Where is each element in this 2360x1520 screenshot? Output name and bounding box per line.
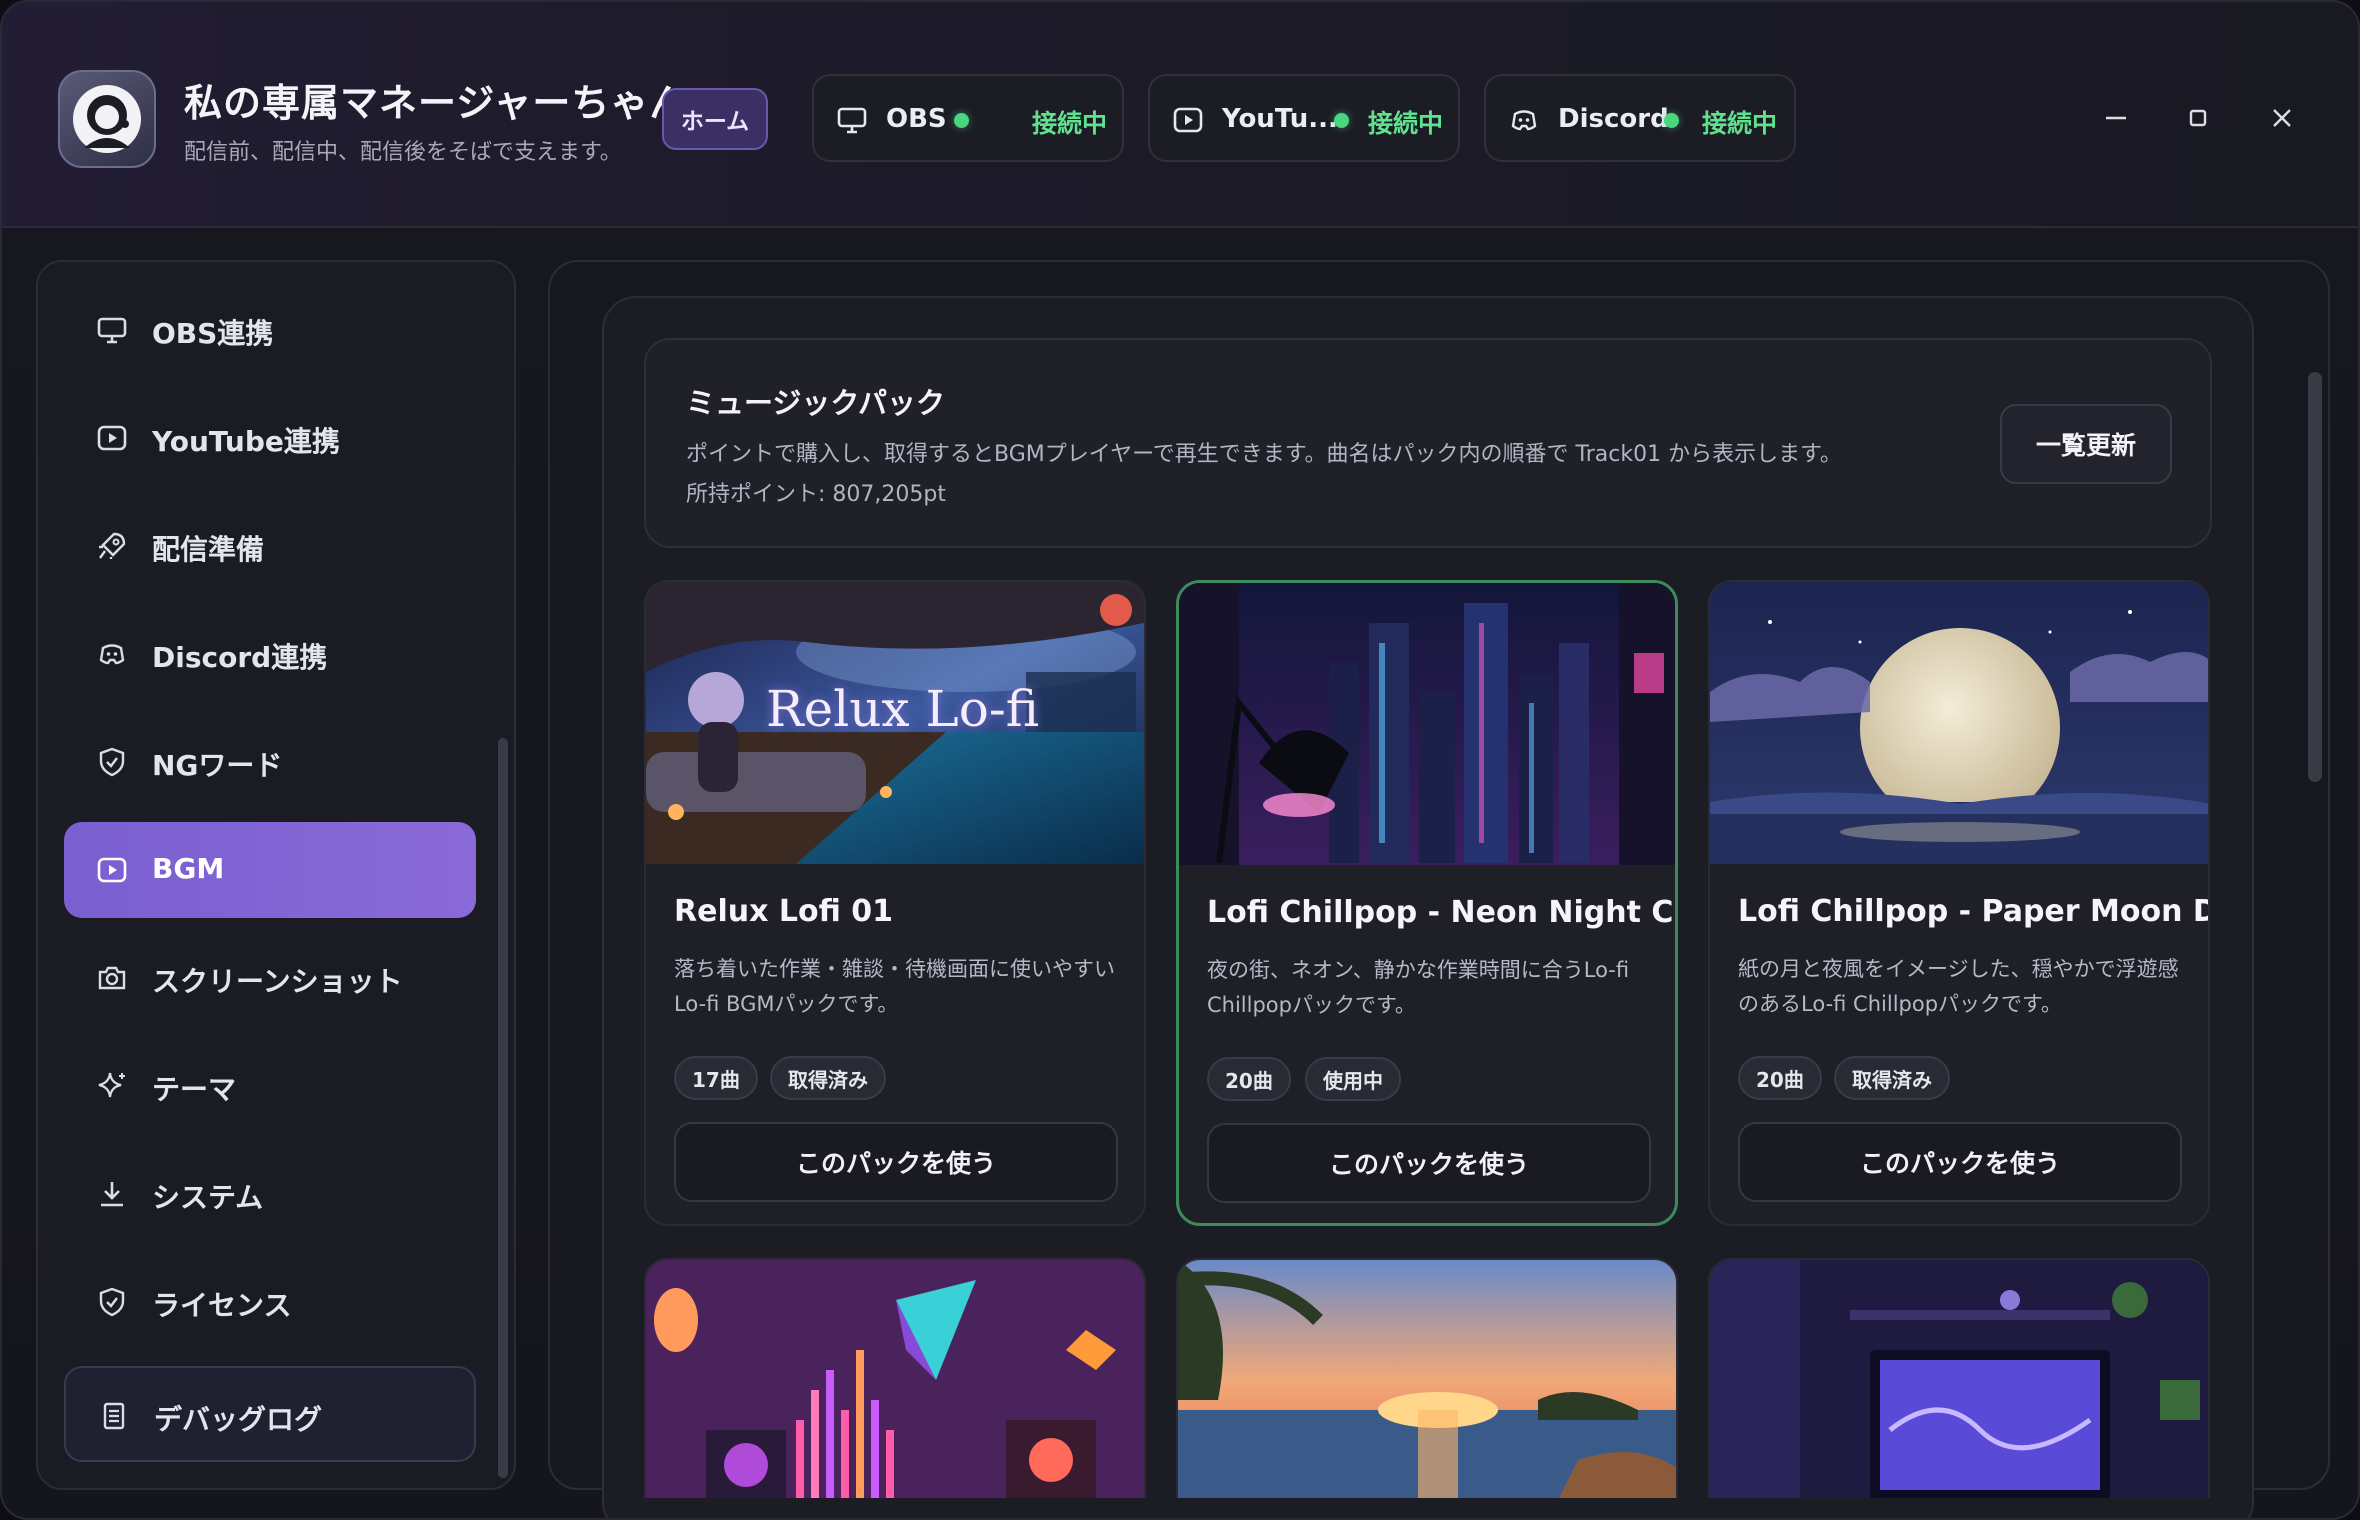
close-button[interactable] xyxy=(2262,98,2302,138)
debug-log-button[interactable]: デバッグログ xyxy=(64,1366,476,1462)
sidebar-item-label: スクリーンショット xyxy=(152,965,403,998)
monitor-icon xyxy=(97,317,127,344)
debug-log-label: デバッグログ xyxy=(154,1403,323,1436)
pack-status-badge: 使用中 xyxy=(1305,1057,1401,1101)
home-button[interactable]: ホーム xyxy=(662,88,768,150)
shield-icon xyxy=(99,747,125,777)
track-count-badge: 20曲 xyxy=(1738,1056,1822,1100)
refresh-list-button[interactable]: 一覧更新 xyxy=(2000,404,2172,484)
track-count-badge: 20曲 xyxy=(1207,1057,1291,1101)
pack-title: Lofi Chillpop - Paper Moon Drift xyxy=(1738,894,2208,929)
sidebar-item-label: NGワード xyxy=(152,749,283,782)
sidebar-item-label: システム xyxy=(152,1181,264,1214)
pack-description: 落ち着いた作業・雑談・待機画面に使いやすいLo-fi BGMパックです。 xyxy=(674,957,1115,1016)
discord-connected-dot xyxy=(1664,113,1679,128)
pack-status-badge: 取得済み xyxy=(1834,1056,1950,1100)
pack-cover-image xyxy=(646,1260,1144,1498)
pack-cover-image xyxy=(1710,1260,2208,1498)
sidebar-item-label: YouTube連携 xyxy=(152,425,340,458)
sidebar-item-label: BGM xyxy=(152,852,225,885)
sparkle-icon xyxy=(98,1072,125,1098)
download-icon xyxy=(101,1182,123,1207)
app-window: 私の専属マネージャーちゃん 配信前、配信中、配信後をそばで支えます。 ホーム O… xyxy=(0,0,2360,1520)
rocket-icon xyxy=(99,532,126,559)
play-icon xyxy=(97,425,127,451)
sidebar-item-youtube[interactable]: YouTube連携 xyxy=(64,390,476,486)
pack-cover-image xyxy=(1178,1260,1676,1498)
youtube-chip-status: 接続中 xyxy=(1368,109,1444,138)
sidebar-item-label: テーマ xyxy=(152,1073,237,1106)
pack-card: Lofi Chillpop - Neon Night City 夜の街、ネオン、… xyxy=(1176,580,1678,1226)
sidebar-item-bgm[interactable]: BGM xyxy=(64,822,476,918)
obs-connected-dot xyxy=(954,113,969,128)
obs-chip-status: 接続中 xyxy=(1032,109,1108,138)
play-icon xyxy=(1173,107,1203,133)
section-title: ミュージックパック xyxy=(686,386,945,420)
app-title: 私の専属マネージャーちゃん xyxy=(184,81,689,125)
sidebar-item-theme[interactable]: テーマ xyxy=(64,1038,476,1134)
discord-icon xyxy=(99,644,125,665)
sidebar-item-discord[interactable]: Discord連携 xyxy=(64,606,476,702)
discord-chip-label: Discord xyxy=(1558,104,1669,134)
title-bar: 私の専属マネージャーちゃん 配信前、配信中、配信後をそばで支えます。 ホーム O… xyxy=(2,2,2358,228)
use-pack-button[interactable]: このパックを使う xyxy=(1207,1123,1651,1203)
section-description: ポイントで購入し、取得するとBGMプレイヤーで再生できます。曲名はパック内の順番… xyxy=(686,442,1842,467)
sidebar-item-system[interactable]: システム xyxy=(64,1146,476,1242)
sidebar-item-stream-prep[interactable]: 配信準備 xyxy=(64,498,476,594)
sidebar-item-label: ライセンス xyxy=(152,1289,292,1322)
pack-cover-caption: Relux Lo-fi xyxy=(766,680,1040,738)
obs-chip-label: OBS xyxy=(886,104,947,134)
discord-icon xyxy=(1511,110,1537,131)
sidebar-scrollbar[interactable] xyxy=(498,738,508,1478)
sidebar: OBS連携 YouTube連携 配信準備 Discord連携 NGワード BGM… xyxy=(36,260,516,1490)
pack-cover-image xyxy=(1179,583,1675,865)
pack-status-badge: 取得済み xyxy=(770,1056,886,1100)
sidebar-item-label: Discord連携 xyxy=(152,641,328,674)
document-icon xyxy=(103,1402,125,1430)
discord-chip-status: 接続中 xyxy=(1702,109,1778,138)
use-pack-button[interactable]: このパックを使う xyxy=(1738,1122,2182,1202)
use-pack-button[interactable]: このパックを使う xyxy=(674,1122,1118,1202)
monitor-icon xyxy=(837,107,867,134)
minimize-icon xyxy=(2106,116,2126,120)
pack-title: Lofi Chillpop - Neon Night City xyxy=(1207,895,1678,930)
youtube-chip-label: YouTu... xyxy=(1222,104,1338,134)
app-logo xyxy=(58,70,156,168)
track-count-badge: 17曲 xyxy=(674,1056,758,1100)
sidebar-item-license[interactable]: ライセンス xyxy=(64,1254,476,1350)
pack-card: Relux Lo-fi Relux Lofi 01 落ち着いた作業・雑談・待機画… xyxy=(644,580,1146,1226)
maximize-button[interactable] xyxy=(2178,98,2218,138)
sidebar-item-obs[interactable]: OBS連携 xyxy=(64,282,476,378)
app-subtitle: 配信前、配信中、配信後をそばで支えます。 xyxy=(184,140,622,165)
camera-icon xyxy=(98,966,126,990)
sidebar-item-label: OBS連携 xyxy=(152,317,274,350)
pack-card xyxy=(1176,1258,1678,1498)
pack-card xyxy=(644,1258,1146,1498)
music-pack-header: ミュージックパック ポイントで購入し、取得するとBGMプレイヤーで再生できます。… xyxy=(644,338,2212,548)
obs-status-chip[interactable]: OBS 接続中 xyxy=(812,74,1124,162)
points-balance: 所持ポイント: 807,205pt xyxy=(686,482,946,507)
minimize-button[interactable] xyxy=(2096,98,2136,138)
pack-card: Lofi Chillpop - Paper Moon Drift 紙の月と夜風を… xyxy=(1708,580,2210,1226)
pack-cover-image xyxy=(1710,582,2208,864)
pack-title: Relux Lofi 01 xyxy=(674,894,894,929)
pack-card xyxy=(1708,1258,2210,1498)
pack-description: 紙の月と夜風をイメージした、穏やかで浮遊感のあるLo-fi Chillpopパッ… xyxy=(1738,957,2179,1016)
play-icon xyxy=(97,857,127,883)
sidebar-item-label: 配信準備 xyxy=(152,533,265,566)
close-icon xyxy=(2273,109,2291,127)
pack-description: 夜の街、ネオン、静かな作業時間に合うLo-fi Chillpopパックです。 xyxy=(1207,958,1630,1017)
sidebar-item-ng-words[interactable]: NGワード xyxy=(64,714,476,810)
main-scrollbar[interactable] xyxy=(2308,372,2322,782)
sidebar-item-screenshot[interactable]: スクリーンショット xyxy=(64,930,476,1026)
youtube-status-chip[interactable]: YouTu... 接続中 xyxy=(1148,74,1460,162)
youtube-connected-dot xyxy=(1334,113,1349,128)
maximize-icon xyxy=(2189,109,2207,127)
shield-icon xyxy=(99,1287,125,1317)
discord-status-chip[interactable]: Discord 接続中 xyxy=(1484,74,1796,162)
